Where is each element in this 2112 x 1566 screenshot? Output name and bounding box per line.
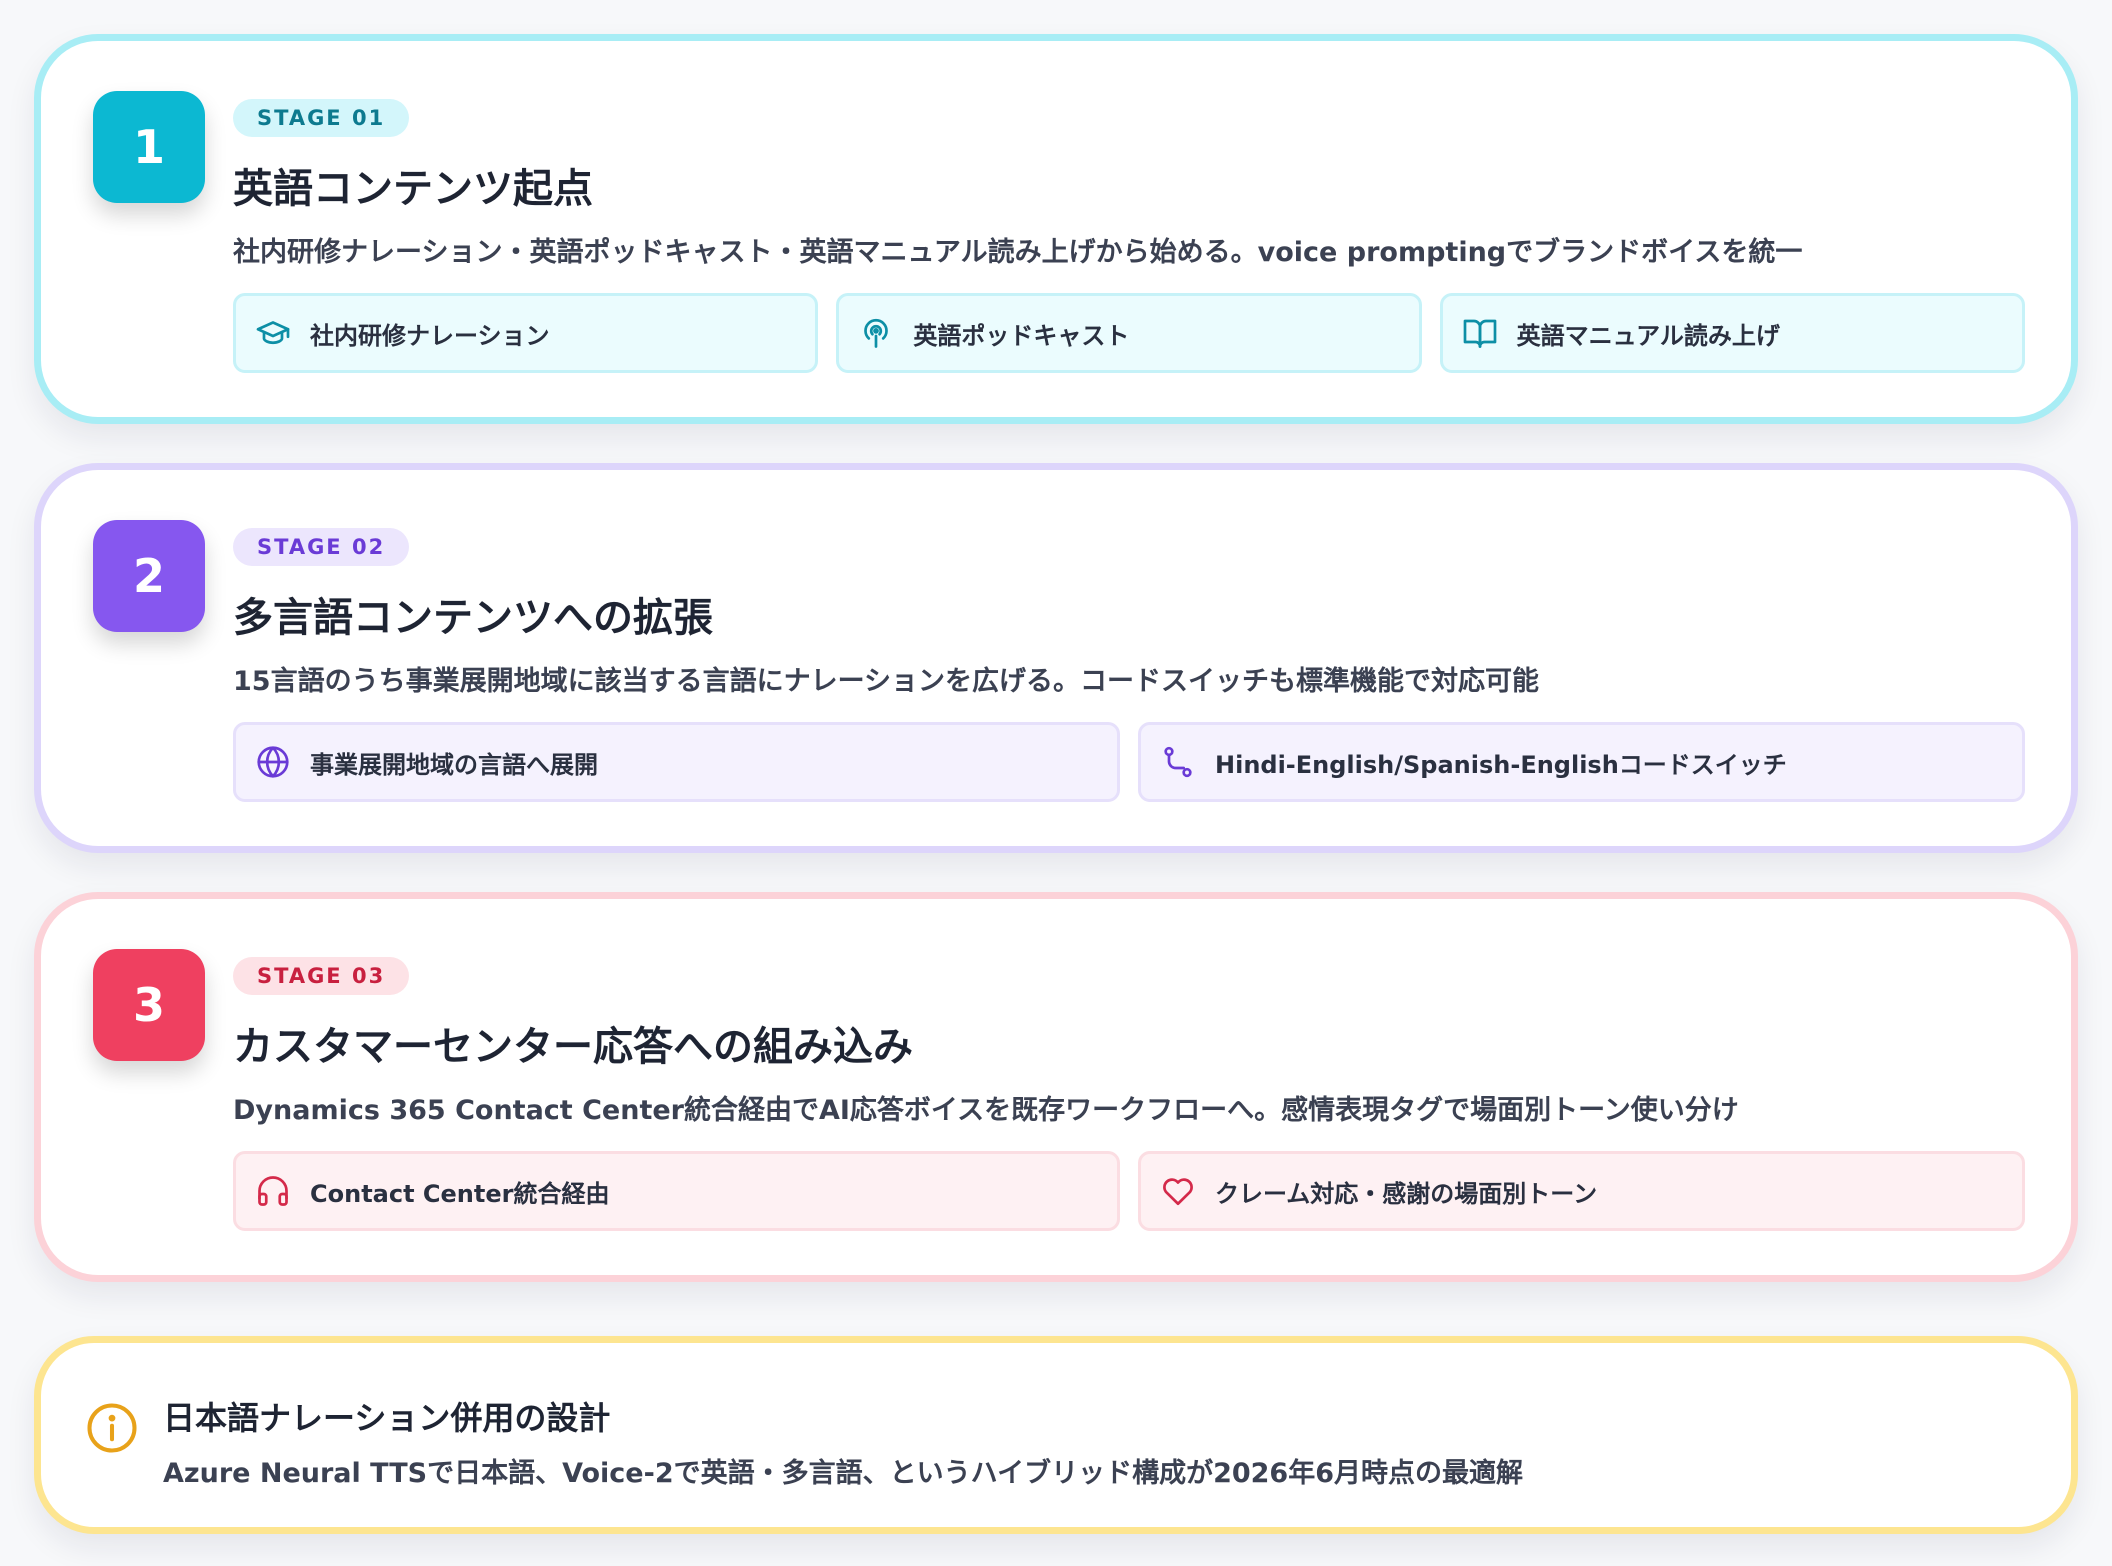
chip-list: 社内研修ナレーション 英語ポッドキャスト 英語マニュアル読み上げ bbox=[233, 293, 2025, 373]
chip-english-manual: 英語マニュアル読み上げ bbox=[1439, 293, 2025, 373]
graduation-cap-icon bbox=[254, 314, 292, 352]
chip-training-narration: 社内研修ナレーション bbox=[233, 293, 819, 373]
chip-label: 英語マニュアル読み上げ bbox=[1516, 321, 1780, 350]
stage-number: 3 bbox=[93, 949, 205, 1061]
info-icon bbox=[87, 1403, 137, 1453]
globe-icon bbox=[254, 743, 292, 781]
chip-contact-center: Contact Center統合経由 bbox=[233, 1151, 1120, 1231]
stage-card-1: 1 STAGE 01 英語コンテンツ起点 社内研修ナレーション・英語ポッドキャス… bbox=[34, 34, 2078, 424]
note-title: 日本語ナレーション併用の設計 bbox=[163, 1399, 611, 1437]
stage-title: 多言語コンテンツへの拡張 bbox=[233, 595, 713, 641]
chip-code-switch: Hindi-English/Spanish-Englishコードスイッチ bbox=[1138, 722, 2025, 802]
stage-card-3: 3 STAGE 03 カスタマーセンター応答への組み込み Dynamics 36… bbox=[34, 892, 2078, 1282]
stage-number: 1 bbox=[93, 91, 205, 203]
note-text: Azure Neural TTSで日本語、Voice-2で英語・多言語、というハ… bbox=[163, 1458, 1524, 1489]
stage-description: Dynamics 365 Contact Center統合経由でAI応答ボイスを… bbox=[233, 1095, 1739, 1126]
chip-label: 英語ポッドキャスト bbox=[913, 321, 1130, 350]
podcast-icon bbox=[857, 314, 895, 352]
stage-description: 社内研修ナレーション・英語ポッドキャスト・英語マニュアル読み上げから始める。vo… bbox=[233, 237, 1803, 268]
stage-number: 2 bbox=[93, 520, 205, 632]
stage-title: 英語コンテンツ起点 bbox=[233, 166, 593, 212]
stage-title: カスタマーセンター応答への組み込み bbox=[233, 1024, 913, 1070]
chip-english-podcast: 英語ポッドキャスト bbox=[836, 293, 1422, 373]
stage-card-2: 2 STAGE 02 多言語コンテンツへの拡張 15言語のうち事業展開地域に該当… bbox=[34, 463, 2078, 853]
design-note-callout: 日本語ナレーション併用の設計 Azure Neural TTSで日本語、Voic… bbox=[34, 1336, 2078, 1534]
stage-description: 15言語のうち事業展開地域に該当する言語にナレーションを広げる。コードスイッチも… bbox=[233, 666, 1540, 697]
chip-label: 事業展開地域の言語へ展開 bbox=[310, 750, 598, 779]
heart-icon bbox=[1159, 1172, 1197, 1210]
book-open-icon bbox=[1461, 314, 1499, 352]
stage-badge: STAGE 02 bbox=[233, 528, 410, 566]
stage-badge: STAGE 03 bbox=[233, 957, 410, 995]
headphones-icon bbox=[254, 1172, 292, 1210]
route-icon bbox=[1159, 743, 1197, 781]
chip-label: 社内研修ナレーション bbox=[310, 321, 550, 350]
stage-badge: STAGE 01 bbox=[233, 99, 410, 137]
chip-list: Contact Center統合経由 クレーム対応・感謝の場面別トーン bbox=[233, 1151, 2025, 1231]
chip-label: Contact Center統合経由 bbox=[310, 1179, 610, 1208]
chip-label: クレーム対応・感謝の場面別トーン bbox=[1215, 1179, 1598, 1208]
chip-label: Hindi-English/Spanish-Englishコードスイッチ bbox=[1215, 750, 1787, 779]
chip-regional-languages: 事業展開地域の言語へ展開 bbox=[233, 722, 1120, 802]
chip-list: 事業展開地域の言語へ展開 Hindi-English/Spanish-Engli… bbox=[233, 722, 2025, 802]
chip-scene-tone: クレーム対応・感謝の場面別トーン bbox=[1138, 1151, 2025, 1231]
